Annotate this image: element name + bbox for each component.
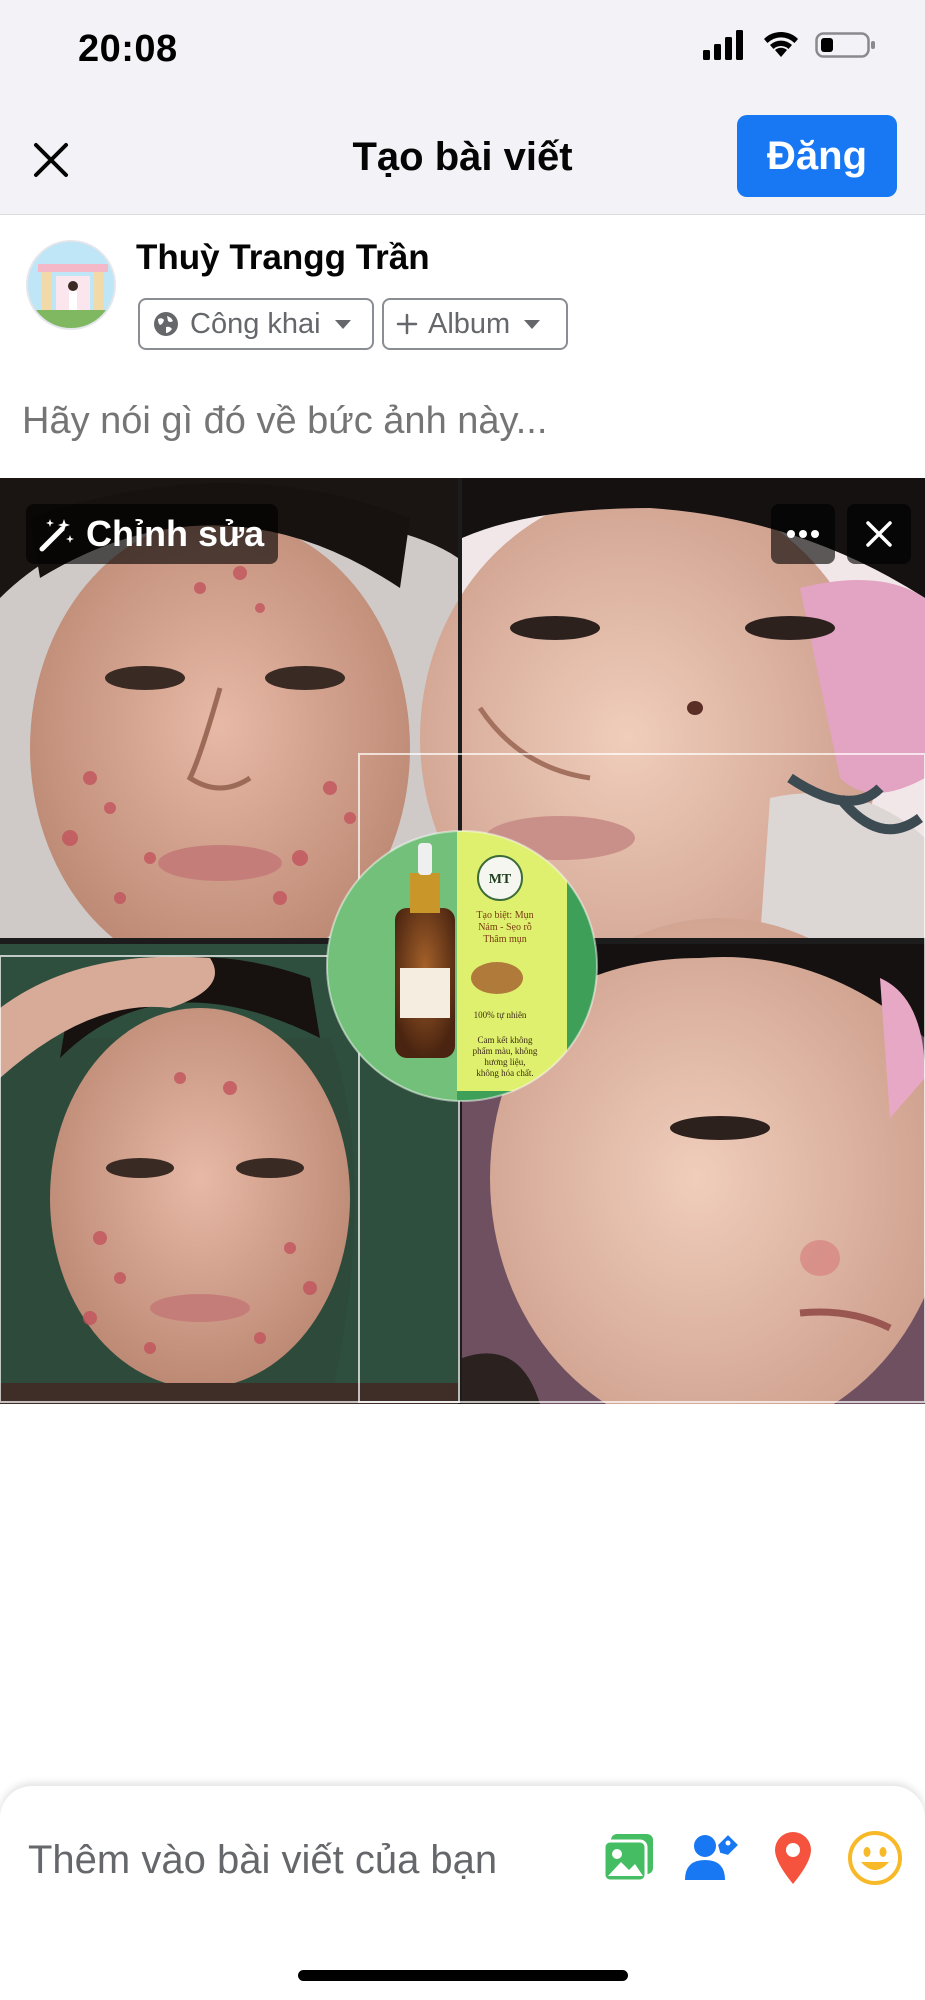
- user-name: Thuỳ Trangg Trần: [136, 238, 430, 277]
- avatar-image: [28, 242, 114, 328]
- post-button[interactable]: Đăng: [737, 115, 897, 197]
- nav-bar: Tạo bài viết Đăng: [0, 105, 925, 215]
- feeling-button[interactable]: [847, 1830, 903, 1886]
- product-line-5: Cam kết không: [478, 1035, 533, 1045]
- plus-icon: [396, 313, 418, 335]
- more-dots-icon: [787, 530, 819, 538]
- attached-photo[interactable]: MT Tạo biệt: Mụn Nám - Sẹo rỗ Thâm mụn 1…: [0, 478, 925, 1404]
- location-icon: [775, 1832, 811, 1884]
- product-line-4: 100% tự nhiên: [474, 1010, 527, 1020]
- remove-photo-button[interactable]: [847, 504, 911, 564]
- photo-collage: MT Tạo biệt: Mụn Nám - Sẹo rỗ Thâm mụn 1…: [0, 478, 925, 1404]
- magic-wand-icon: [39, 519, 74, 552]
- home-indicator[interactable]: [298, 1970, 628, 1981]
- edit-photo-button[interactable]: Chỉnh sửa: [26, 504, 279, 564]
- feeling-icon: [848, 1831, 902, 1885]
- product-line-7: hương liệu,: [484, 1057, 525, 1067]
- chevron-down-icon: [524, 319, 541, 329]
- battery-icon: [815, 32, 875, 58]
- cellular-signal-icon: [703, 30, 743, 60]
- product-line-2: Nám - Sẹo rỗ: [478, 922, 532, 933]
- wifi-icon: [764, 31, 798, 57]
- close-icon: [866, 521, 892, 547]
- product-line-1: Tạo biệt: Mụn: [476, 910, 533, 921]
- add-to-post-icons: [601, 1830, 903, 1886]
- status-icons: [703, 30, 877, 60]
- album-selector[interactable]: Album: [382, 298, 568, 350]
- globe-icon: [154, 312, 178, 336]
- add-photo-button[interactable]: [601, 1830, 657, 1886]
- product-line-3: Thâm mụn: [483, 934, 527, 945]
- privacy-selector[interactable]: Công khai: [138, 298, 374, 350]
- privacy-label: Công khai: [190, 307, 321, 340]
- caption-input[interactable]: [22, 400, 902, 443]
- edit-photo-label: Chỉnh sửa: [86, 513, 265, 554]
- status-bar: 20:08: [0, 0, 925, 105]
- location-button[interactable]: [765, 1830, 821, 1886]
- product-line-8: không hóa chất.: [476, 1068, 533, 1078]
- tag-people-icon: [685, 1835, 738, 1880]
- status-time: 20:08: [78, 28, 178, 70]
- product-line-6: phẩm màu, không: [473, 1046, 538, 1056]
- add-to-post-sheet: Thêm vào bài viết của bạn: [0, 1786, 925, 2000]
- avatar[interactable]: [26, 240, 116, 330]
- photo-more-button[interactable]: [771, 504, 835, 564]
- tag-people-button[interactable]: [683, 1830, 739, 1886]
- photo-icon: [602, 1834, 653, 1883]
- add-to-post-label[interactable]: Thêm vào bài viết của bạn: [28, 1838, 497, 1883]
- album-label: Album: [428, 307, 511, 340]
- chevron-down-icon: [334, 319, 351, 329]
- product-logo: MT: [489, 872, 512, 887]
